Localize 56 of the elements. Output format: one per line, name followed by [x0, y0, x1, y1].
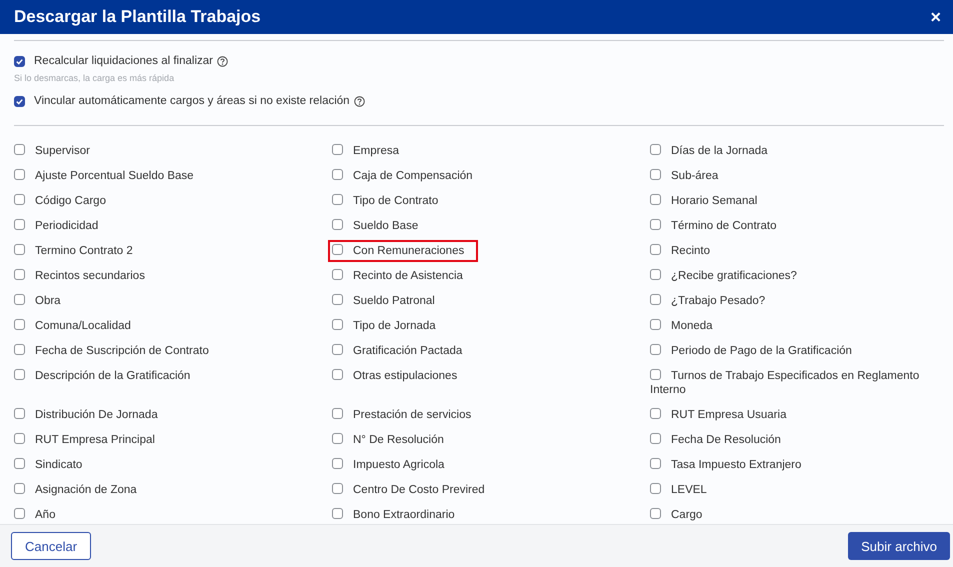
checkbox-item[interactable]: Caja de Compensación	[328, 165, 487, 187]
checkbox-item[interactable]: Recinto	[646, 240, 724, 262]
checkbox-item[interactable]: Tipo de Jornada	[328, 315, 450, 337]
checkbox-item[interactable]: Descripción de la Gratificación	[10, 365, 204, 387]
checkbox-item[interactable]: Sindicato	[10, 454, 96, 476]
checkbox-item[interactable]: Término de Contrato	[646, 215, 790, 237]
help-icon[interactable]	[354, 96, 365, 106]
checkbox-item[interactable]: ¿Trabajo Pesado?	[646, 290, 780, 312]
checkbox-item[interactable]: Asignación de Zona	[10, 479, 151, 501]
checkbox-item[interactable]: Empresa	[328, 140, 414, 162]
checkbox-item[interactable]: Termino Contrato 2	[10, 240, 147, 262]
checkbox-item[interactable]: Obra	[10, 290, 75, 312]
checkbox-item[interactable]: Distribución De Jornada	[10, 404, 172, 426]
checkbox-item[interactable]: Turnos de Trabajo Especificados en Reglamento Interno	[646, 365, 944, 401]
checkbox-item[interactable]: Supervisor	[10, 140, 104, 162]
option-label: Vincular automáticamente cargos y áreas si no existe relación	[34, 95, 350, 107]
checkbox-item[interactable]: Tasa Impuesto Extranjero	[646, 454, 816, 476]
checkbox-item[interactable]: Sueldo Patronal	[328, 290, 449, 312]
highlighted-checkbox-item[interactable]: Con Remuneraciones	[328, 240, 478, 262]
checkbox-item[interactable]: Cargo	[646, 504, 716, 524]
checkbox-item[interactable]: Ajuste Porcentual Sueldo Base	[10, 165, 208, 187]
checkbox-item[interactable]: Sueldo Base	[328, 215, 432, 237]
submit-button[interactable]: Subir archivo	[848, 532, 950, 560]
checkbox-item[interactable]: Recintos secundarios	[10, 265, 159, 287]
help-icon[interactable]	[216, 56, 228, 66]
checkbox-item[interactable]: Código Cargo	[10, 190, 120, 212]
checkbox-item[interactable]: N° De Resolución	[328, 429, 458, 451]
checkbox[interactable]	[14, 56, 25, 66]
checkbox-item[interactable]: Horario Semanal	[646, 190, 772, 212]
cancel-button[interactable]: Cancelar	[11, 532, 92, 560]
checkbox-item[interactable]: Fecha De Resolución	[646, 429, 795, 451]
checkbox-item[interactable]: Otras estipulaciones	[328, 365, 472, 387]
checkbox-item[interactable]: Impuesto Agricola	[328, 454, 458, 476]
checkbox-item[interactable]: LEVEL	[646, 479, 721, 501]
option-label: Recalcular liquidaciones al finalizar	[34, 55, 213, 67]
checkbox-item[interactable]: Centro De Costo Previred	[328, 479, 499, 501]
checkbox-item[interactable]: Fecha de Suscripción de Contrato	[10, 340, 223, 362]
checkbox-item[interactable]: Días de la Jornada	[646, 140, 782, 162]
checkbox-item[interactable]: Recinto de Asistencia	[328, 265, 477, 287]
checkbox-item[interactable]: Gratificación Pactada	[328, 340, 476, 362]
checkbox-item[interactable]: Tipo de Contrato	[328, 190, 452, 212]
checkbox-item[interactable]: Periodicidad	[10, 215, 112, 237]
checkbox-item[interactable]: Comuna/Localidad	[10, 315, 145, 337]
checkbox[interactable]	[14, 96, 25, 106]
checkbox-item[interactable]: Moneda	[646, 315, 727, 337]
checkbox-item[interactable]: ¿Recibe gratificaciones?	[646, 265, 811, 287]
checkbox-item[interactable]: Bono Extraordinario	[328, 504, 469, 524]
checkbox-item[interactable]: RUT Empresa Usuaria	[646, 404, 800, 426]
checkbox-item[interactable]: Periodo de Pago de la Gratificación	[646, 340, 866, 362]
close-button[interactable]: ×	[926, 8, 945, 26]
checkbox-item[interactable]: RUT Empresa Principal	[10, 429, 169, 451]
window-title: Descargar la Plantilla Trabajos	[14, 7, 261, 27]
checkbox-item[interactable]: Año	[10, 504, 70, 524]
hint-text: Si lo desmarcas, la carga es más rápida	[14, 73, 176, 83]
checkbox-item[interactable]: Prestación de servicios	[328, 404, 486, 426]
checkbox-item[interactable]: Sub-área	[646, 165, 732, 187]
